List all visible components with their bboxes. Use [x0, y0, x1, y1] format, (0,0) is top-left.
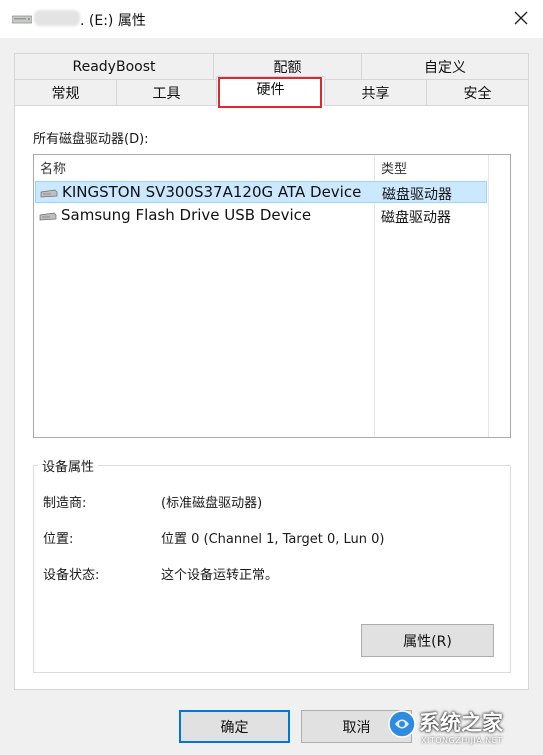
- tab-general[interactable]: 常规: [14, 79, 117, 106]
- list-item[interactable]: KINGSTON SV300S37A120G ATA Device 磁盘驱动器: [35, 181, 487, 203]
- close-icon[interactable]: [511, 8, 531, 28]
- tab-sharing[interactable]: 共享: [324, 79, 427, 106]
- device-status-label: 设备状态:: [43, 568, 100, 583]
- disk-list-label: 所有磁盘驱动器(D):: [33, 132, 149, 147]
- tab-tools[interactable]: 工具: [116, 79, 217, 106]
- cancel-button-label: 取消: [342, 719, 371, 736]
- manufacturer-label: 制造商:: [43, 496, 87, 511]
- watermark-text: 系统之家: [419, 711, 503, 735]
- blurred-drive-name: [34, 10, 80, 26]
- tab-label: 常规: [51, 85, 80, 102]
- annotation-highlight-box: [218, 77, 322, 108]
- tab-label: 配额: [273, 59, 302, 76]
- disk-drive-icon: [39, 212, 57, 221]
- tab-label: 共享: [361, 85, 390, 102]
- properties-button-label: 属性(R): [403, 633, 452, 650]
- device-type: 磁盘驱动器: [382, 187, 452, 203]
- disk-drive-list[interactable]: 名称 类型 KINGSTON SV300S37A120G ATA Device …: [33, 154, 511, 438]
- watermark-subtext: XITONGZHIJIA.NET: [421, 736, 503, 745]
- window-title: . (E:) 属性: [80, 13, 146, 29]
- location-value: 位置 0 (Channel 1, Target 0, Lun 0): [161, 532, 385, 547]
- watermark-logo-icon: [388, 710, 416, 738]
- disk-drive-icon: [40, 189, 58, 198]
- column-header-type[interactable]: 类型: [375, 155, 489, 180]
- ok-button-label: 确定: [220, 719, 249, 736]
- column-header-name[interactable]: 名称: [34, 155, 374, 180]
- properties-dialog: . (E:) 属性 ReadyBoost 配额 自定义 常规 工具 硬件 共享 …: [0, 0, 543, 755]
- ok-button[interactable]: 确定: [179, 710, 290, 743]
- list-item[interactable]: Samsung Flash Drive USB Device 磁盘驱动器: [35, 205, 487, 227]
- device-name: KINGSTON SV300S37A120G ATA Device: [62, 183, 362, 201]
- device-type: 磁盘驱动器: [381, 210, 451, 226]
- tab-customize[interactable]: 自定义: [361, 53, 529, 80]
- tab-readyboost[interactable]: ReadyBoost: [14, 53, 214, 80]
- usb-drive-icon: [12, 15, 32, 24]
- title-bar: . (E:) 属性: [0, 0, 543, 38]
- device-name: Samsung Flash Drive USB Device: [61, 206, 312, 224]
- tab-label: ReadyBoost: [72, 58, 156, 75]
- device-properties-title: 设备属性: [38, 456, 99, 475]
- properties-button[interactable]: 属性(R): [361, 624, 494, 657]
- tab-label: 工具: [152, 85, 181, 102]
- tab-label: 安全: [463, 85, 492, 102]
- site-watermark: 系统之家 XITONGZHIJIA.NET: [387, 707, 537, 751]
- tab-security[interactable]: 安全: [426, 79, 529, 106]
- location-label: 位置:: [43, 532, 74, 547]
- tab-label: 自定义: [424, 59, 466, 76]
- device-status-value: 这个设备运转正常。: [161, 568, 279, 583]
- column-separator[interactable]: [488, 155, 489, 437]
- manufacturer-value: (标准磁盘驱动器): [161, 496, 263, 511]
